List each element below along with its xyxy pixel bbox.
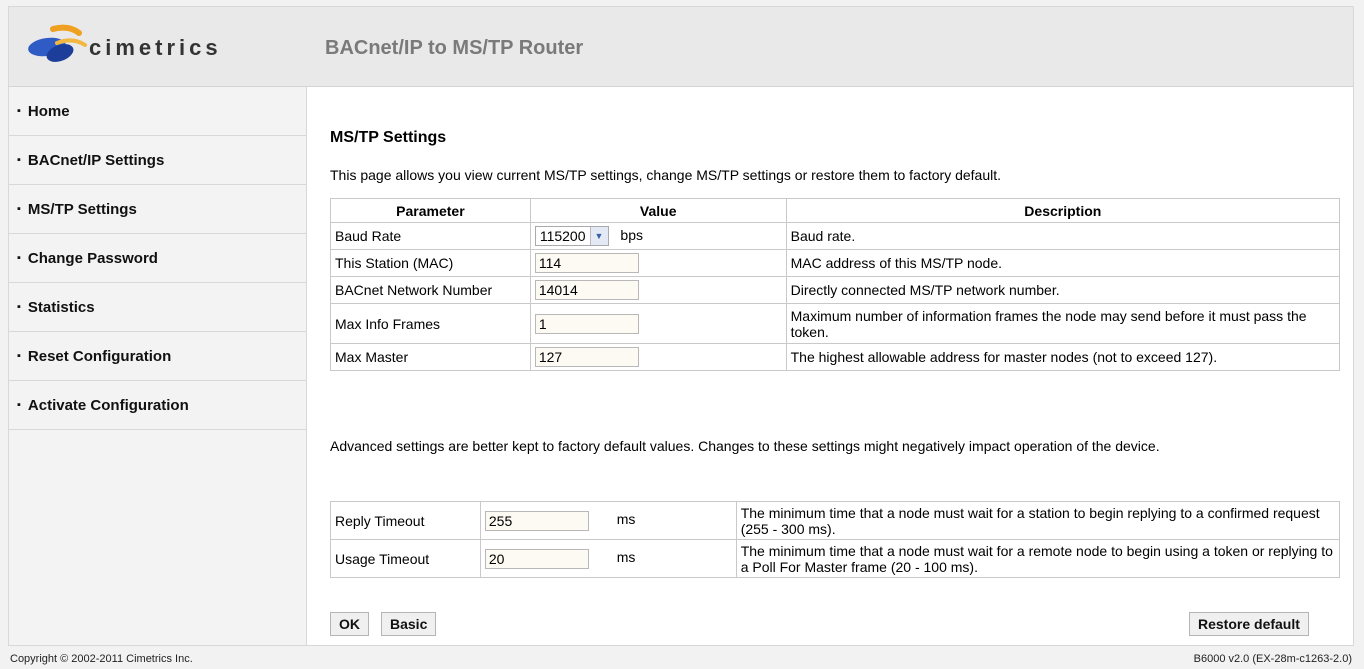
sidebar: ▪ Home ▪ BACnet/IP Settings ▪ MS/TP Setting… bbox=[9, 87, 307, 645]
sidebar-item-home[interactable]: ▪ Home bbox=[9, 87, 306, 136]
value-cell bbox=[529, 276, 787, 304]
sidebar-item-reset-configuration[interactable]: ▪ Reset Configuration bbox=[9, 332, 306, 381]
logo-text: cimetrics bbox=[89, 35, 222, 60]
column-header-value: Value bbox=[529, 198, 787, 223]
table-row: Reply Timeout ms The minimum time that a… bbox=[330, 501, 1341, 540]
table-row: BACnet Network Number Directly connected… bbox=[330, 276, 1341, 304]
value-cell: 115200 ▼ bps bbox=[529, 222, 787, 250]
chevron-down-icon: ▼ bbox=[589, 227, 608, 245]
param-label: Baud Rate bbox=[330, 222, 531, 250]
bullet-icon: ▪ bbox=[17, 105, 21, 117]
intro-text: This page allows you view current MS/TP … bbox=[330, 167, 1002, 183]
sidebar-item-label: Activate Configuration bbox=[27, 396, 189, 414]
column-header-parameter: Parameter bbox=[330, 198, 531, 223]
sidebar-item-label: BACnet/IP Settings bbox=[27, 151, 165, 169]
column-header-description: Description bbox=[785, 198, 1341, 223]
table-row: Max Info Frames Maximum number of inform… bbox=[330, 303, 1341, 344]
unit-label: bps bbox=[620, 226, 643, 243]
sidebar-item-label: MS/TP Settings bbox=[27, 200, 137, 218]
table-row: This Station (MAC) MAC address of this M… bbox=[330, 249, 1341, 277]
param-description: The minimum time that a node must wait f… bbox=[735, 501, 1341, 540]
max-info-frames-input[interactable] bbox=[534, 313, 639, 334]
mstp-settings-table: Parameter Value Description Baud Rate 11… bbox=[330, 198, 1341, 371]
basic-button[interactable]: Basic bbox=[381, 612, 437, 636]
bullet-icon: ▪ bbox=[17, 399, 21, 411]
param-description: Baud rate. bbox=[785, 222, 1341, 250]
bullet-icon: ▪ bbox=[17, 154, 21, 166]
value-cell bbox=[529, 249, 787, 277]
table-row: Max Master The highest allowable address… bbox=[330, 343, 1341, 371]
value-cell bbox=[529, 343, 787, 371]
param-label: This Station (MAC) bbox=[330, 249, 531, 277]
copyright-text: Copyright © 2002-2011 Cimetrics Inc. bbox=[10, 653, 193, 665]
value-cell bbox=[529, 303, 787, 344]
sidebar-item-statistics[interactable]: ▪ Statistics bbox=[9, 283, 306, 332]
value-cell: ms bbox=[479, 539, 737, 578]
value-cell: ms bbox=[479, 501, 737, 540]
reply-timeout-input[interactable] bbox=[484, 510, 589, 531]
cimetrics-logo-icon bbox=[28, 24, 87, 62]
network-number-input[interactable] bbox=[534, 280, 639, 300]
page-title: MS/TP Settings bbox=[330, 129, 447, 146]
param-label: Reply Timeout bbox=[330, 501, 481, 540]
param-description: The minimum time that a node must wait f… bbox=[735, 539, 1341, 578]
bullet-icon: ▪ bbox=[17, 350, 21, 362]
max-master-input[interactable] bbox=[534, 347, 639, 367]
mac-address-input[interactable] bbox=[534, 253, 639, 273]
cimetrics-logo: cimetrics bbox=[27, 23, 257, 73]
param-description: Maximum number of information frames the… bbox=[785, 303, 1341, 344]
unit-label: ms bbox=[616, 549, 636, 566]
param-label: Max Info Frames bbox=[330, 303, 531, 344]
sidebar-item-label: Statistics bbox=[27, 298, 95, 316]
baud-rate-selected-value: 115200 bbox=[539, 228, 586, 244]
restore-default-button[interactable]: Restore default bbox=[1189, 612, 1309, 636]
sidebar-item-bacnet-ip-settings[interactable]: ▪ BACnet/IP Settings bbox=[9, 136, 306, 185]
table-header-row: Parameter Value Description bbox=[330, 198, 1341, 223]
usage-timeout-input[interactable] bbox=[484, 548, 589, 569]
sidebar-item-label: Change Password bbox=[27, 249, 158, 267]
param-description: The highest allowable address for master… bbox=[785, 343, 1341, 371]
baud-rate-select[interactable]: 115200 ▼ bbox=[534, 226, 609, 246]
sidebar-item-label: Home bbox=[27, 102, 70, 120]
param-label: BACnet Network Number bbox=[330, 276, 531, 304]
advanced-settings-note: Advanced settings are better kept to fac… bbox=[330, 438, 1160, 454]
bullet-icon: ▪ bbox=[17, 252, 21, 264]
app-frame: cimetrics BACnet/IP to MS/TP Router ▪ Hom… bbox=[8, 6, 1354, 646]
app-title: BACnet/IP to MS/TP Router bbox=[325, 37, 584, 59]
sidebar-item-label: Reset Configuration bbox=[27, 347, 172, 365]
version-text: B6000 v2.0 (EX-28m-c1263-2.0) bbox=[1193, 653, 1352, 665]
param-label: Usage Timeout bbox=[330, 539, 481, 578]
param-description: MAC address of this MS/TP node. bbox=[785, 249, 1341, 277]
param-label: Max Master bbox=[330, 343, 531, 371]
unit-label: ms bbox=[616, 511, 636, 528]
table-row: Baud Rate 115200 ▼ bps Baud rate. bbox=[330, 222, 1341, 250]
ok-button[interactable]: OK bbox=[330, 612, 369, 636]
param-description: Directly connected MS/TP network number. bbox=[785, 276, 1341, 304]
advanced-settings-table: Reply Timeout ms The minimum time that a… bbox=[330, 501, 1341, 578]
sidebar-item-activate-configuration[interactable]: ▪ Activate Configuration bbox=[9, 381, 306, 430]
table-row: Usage Timeout ms The minimum time that a… bbox=[330, 539, 1341, 578]
sidebar-item-mstp-settings[interactable]: ▪ MS/TP Settings bbox=[9, 185, 306, 234]
sidebar-item-change-password[interactable]: ▪ Change Password bbox=[9, 234, 306, 283]
header: cimetrics BACnet/IP to MS/TP Router bbox=[9, 7, 1353, 87]
bullet-icon: ▪ bbox=[17, 203, 21, 215]
bullet-icon: ▪ bbox=[17, 301, 21, 313]
